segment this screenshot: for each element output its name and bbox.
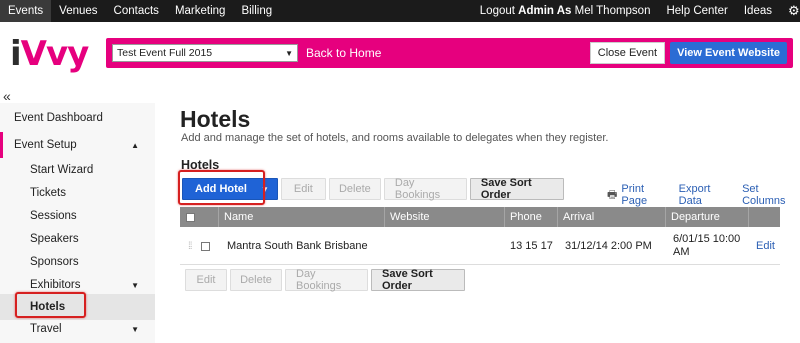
column-header-website[interactable]: Website — [384, 207, 504, 227]
day-bookings-button[interactable]: Day Bookings — [383, 177, 467, 201]
cell-departure: 6/01/15 10:00 AM — [668, 227, 751, 265]
checkbox-icon — [186, 212, 195, 222]
help-center-link[interactable]: Help Center — [658, 5, 735, 17]
printer-icon[interactable]: 🖶 — [607, 186, 617, 205]
cell-phone: 13 15 17 — [510, 240, 553, 252]
sidebar-item-label: Exhibitors — [30, 279, 81, 291]
ideas-link[interactable]: Ideas — [736, 5, 780, 17]
toolbar-bottom: Edit Delete Day Bookings Save Sort Order — [185, 268, 465, 292]
nav-contacts[interactable]: Contacts — [106, 0, 167, 22]
caret-up-icon: ▲ — [131, 140, 139, 150]
delete-button[interactable]: Delete — [328, 178, 381, 200]
save-sort-order-button[interactable]: Save Sort Order — [469, 177, 564, 201]
cell-arrival: 31/12/14 2:00 PM — [565, 240, 652, 252]
highlight-add-hotel — [178, 170, 265, 205]
cell-name: Mantra South Bank Brisbane — [227, 240, 368, 252]
day-bookings-button-bottom[interactable]: Day Bookings — [285, 268, 368, 292]
table-row[interactable]: ⁞⁞ Mantra South Bank Brisbane 13 15 17 3… — [180, 227, 780, 265]
nav-events[interactable]: Events — [0, 0, 52, 22]
table-actions: 🖶 Print Page Export Data Set Columns — [607, 183, 800, 207]
column-header-name[interactable]: Name — [218, 207, 384, 227]
edit-button[interactable]: Edit — [280, 178, 326, 200]
user-name: Mel Thompson — [574, 5, 651, 17]
drag-handle-icon[interactable]: ⁞⁞ — [183, 227, 192, 265]
logout-label: Logout — [479, 5, 515, 17]
departure-line-2: AM — [673, 246, 690, 258]
caret-down-icon: ▼ — [285, 48, 293, 58]
sidebar-item-label: Event Setup — [14, 139, 77, 151]
nav-billing[interactable]: Billing — [233, 0, 280, 22]
set-columns-link[interactable]: Set Columns — [742, 183, 800, 207]
event-select-value: Test Event Full 2015 — [117, 47, 213, 59]
page-title: Hotels — [180, 106, 251, 132]
checkbox-icon — [201, 241, 210, 251]
departure-line-1: 6/01/15 10:00 — [673, 233, 741, 245]
event-select[interactable]: Test Event Full 2015 ▼ — [112, 44, 298, 62]
view-event-website-button[interactable]: View Event Website — [670, 42, 787, 64]
top-nav: Events Venues Contacts Marketing Billing… — [0, 0, 800, 22]
column-header-departure[interactable]: Departure — [665, 207, 748, 227]
sidebar-item-event-dashboard[interactable]: Event Dashboard — [0, 105, 155, 131]
column-header-phone[interactable]: Phone — [504, 207, 557, 227]
highlight-hotels — [15, 292, 86, 318]
table-header: Name Website Phone Arrival Departure — [180, 207, 780, 227]
ivvy-logo[interactable]: i Vvy — [10, 34, 90, 74]
export-data-link[interactable]: Export Data — [679, 183, 732, 207]
admin-as-label: Admin As — [518, 5, 572, 17]
print-page-link[interactable]: Print Page — [621, 183, 668, 207]
caret-down-icon: ▼ — [131, 324, 139, 334]
close-event-button[interactable]: Close Event — [589, 42, 666, 64]
cell-website — [388, 227, 508, 265]
column-header-actions — [748, 207, 780, 227]
back-to-home-link[interactable]: Back to Home — [306, 46, 381, 60]
logo-vvy: Vvy — [20, 34, 90, 74]
column-header-arrival[interactable]: Arrival — [557, 207, 665, 227]
logout-link[interactable]: Logout Admin As Mel Thompson — [472, 5, 659, 17]
header: i Vvy Test Event Full 2015 ▼ Back to Home… — [0, 22, 800, 84]
sidebar-item-travel[interactable]: Travel ▼ — [0, 316, 155, 342]
edit-button-bottom[interactable]: Edit — [185, 269, 227, 291]
row-checkbox[interactable] — [196, 227, 210, 265]
hotels-table: Name Website Phone Arrival Departure ⁞⁞ … — [180, 207, 780, 265]
row-edit-link[interactable]: Edit — [751, 227, 775, 265]
logo-i: i — [10, 34, 22, 74]
page-subtitle: Add and manage the set of hotels, and ro… — [181, 132, 609, 144]
sidebar-item-label: Travel — [30, 323, 62, 335]
nav-marketing[interactable]: Marketing — [167, 0, 234, 22]
delete-button-bottom[interactable]: Delete — [230, 269, 282, 291]
collapse-sidebar-icon[interactable]: « — [3, 88, 11, 104]
select-all-checkbox[interactable] — [180, 207, 218, 227]
nav-venues[interactable]: Venues — [51, 0, 105, 22]
caret-down-icon: ▼ — [131, 280, 139, 290]
sidebar-item-event-setup[interactable]: Event Setup ▲ — [0, 132, 155, 158]
event-bar: Test Event Full 2015 ▼ Back to Home Clos… — [106, 38, 793, 68]
save-sort-order-button-bottom[interactable]: Save Sort Order — [371, 268, 465, 292]
gear-icon[interactable]: ⚙ — [780, 3, 800, 19]
